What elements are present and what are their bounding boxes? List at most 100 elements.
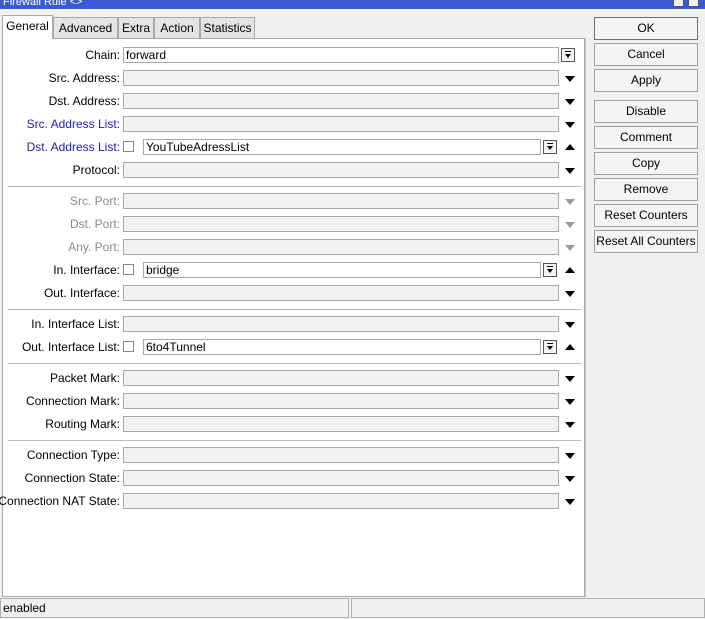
out-interface-list-input[interactable]: 6to4Tunnel	[143, 339, 541, 355]
disable-button[interactable]: Disable	[594, 100, 698, 123]
dst-address-list-dropdown-icon[interactable]	[543, 140, 557, 154]
src-port-expand-icon[interactable]	[565, 199, 575, 205]
reset-counters-button[interactable]: Reset Counters	[594, 204, 698, 227]
connection-state-label: Connection State:	[24, 471, 120, 485]
dst-address-list-label: Dst. Address List:	[26, 140, 120, 154]
packet-mark-label: Packet Mark:	[49, 371, 120, 385]
separator	[8, 186, 581, 187]
panel-divider	[585, 38, 586, 597]
routing-mark-label: Routing Mark:	[45, 417, 120, 431]
comment-button[interactable]: Comment	[594, 126, 698, 149]
connection-state-input[interactable]	[123, 470, 559, 486]
dst-address-list-negate-checkbox[interactable]	[123, 141, 134, 152]
chain-value: forward	[126, 48, 167, 62]
out-interface-list-negate-checkbox[interactable]	[123, 341, 134, 352]
dst-port-label: Dst. Port:	[69, 217, 120, 231]
status-cell-empty	[351, 598, 705, 618]
close-button[interactable]	[688, 0, 699, 7]
connection-state-expand-icon[interactable]	[565, 476, 575, 482]
routing-mark-expand-icon[interactable]	[565, 422, 575, 428]
dst-address-list-row: Dst. Address List: YouTubeAdressList	[3, 138, 586, 156]
in-interface-dropdown-icon[interactable]	[543, 263, 557, 277]
routing-mark-input[interactable]	[123, 416, 559, 432]
protocol-expand-icon[interactable]	[565, 168, 575, 174]
in-interface-list-input[interactable]	[123, 316, 559, 332]
src-address-row: Src. Address:	[3, 69, 586, 87]
dst-address-list-input[interactable]: YouTubeAdressList	[143, 139, 541, 155]
src-address-expand-icon[interactable]	[565, 76, 575, 82]
maximize-button[interactable]	[673, 0, 684, 7]
in-interface-value: bridge	[146, 263, 180, 277]
protocol-input[interactable]	[123, 162, 559, 178]
out-interface-input[interactable]	[123, 285, 559, 301]
chain-dropdown-icon[interactable]	[561, 48, 575, 62]
in-interface-input[interactable]: bridge	[143, 262, 541, 278]
src-address-list-row: Src. Address List:	[3, 115, 586, 133]
cancel-button[interactable]: Cancel	[594, 43, 698, 66]
out-interface-list-value: 6to4Tunnel	[146, 340, 206, 354]
in-interface-negate-checkbox[interactable]	[123, 264, 134, 275]
packet-mark-expand-icon[interactable]	[565, 376, 575, 382]
src-address-list-input[interactable]	[123, 116, 559, 132]
chain-row: Chain: forward	[3, 46, 586, 64]
in-interface-list-expand-icon[interactable]	[565, 322, 575, 328]
remove-button[interactable]: Remove	[594, 178, 698, 201]
src-port-label: Src. Port:	[69, 194, 120, 208]
src-address-list-label: Src. Address List:	[26, 117, 120, 131]
any-port-expand-icon[interactable]	[565, 245, 575, 251]
connection-type-input[interactable]	[123, 447, 559, 463]
connection-state-row: Connection State:	[3, 469, 586, 487]
dst-port-expand-icon[interactable]	[565, 222, 575, 228]
connection-type-expand-icon[interactable]	[565, 453, 575, 459]
connection-nat-state-row: Connection NAT State:	[0, 492, 586, 510]
ok-button[interactable]: OK	[594, 17, 698, 40]
in-interface-collapse-icon[interactable]	[565, 267, 575, 273]
tab-statistics[interactable]: Statistics	[200, 17, 255, 38]
any-port-label: Any. Port:	[68, 240, 120, 254]
dst-address-list-collapse-icon[interactable]	[565, 144, 575, 150]
separator	[8, 363, 581, 364]
reset-all-counters-button[interactable]: Reset All Counters	[594, 230, 698, 253]
any-port-input[interactable]	[123, 239, 559, 255]
dst-address-input[interactable]	[123, 93, 559, 109]
copy-button[interactable]: Copy	[594, 152, 698, 175]
src-address-list-expand-icon[interactable]	[565, 122, 575, 128]
tab-extra[interactable]: Extra	[118, 17, 154, 38]
tab-action[interactable]: Action	[154, 17, 200, 38]
dst-port-row: Dst. Port:	[3, 215, 586, 233]
general-panel: Chain: forward Src. Address: Dst. Addres…	[0, 38, 586, 597]
protocol-label: Protocol:	[72, 163, 120, 177]
chain-label: Chain:	[85, 48, 120, 62]
tab-advanced[interactable]: Advanced	[53, 17, 118, 38]
dst-address-expand-icon[interactable]	[565, 99, 575, 105]
any-port-row: Any. Port:	[3, 238, 586, 256]
tab-general[interactable]: General	[2, 15, 53, 39]
out-interface-list-label: Out. Interface List:	[21, 340, 120, 354]
src-port-input[interactable]	[123, 193, 559, 209]
in-interface-list-label: In. Interface List:	[31, 317, 120, 331]
separator	[8, 440, 581, 441]
chain-input[interactable]: forward	[123, 47, 559, 63]
connection-nat-state-input[interactable]	[123, 493, 559, 509]
out-interface-label: Out. Interface:	[43, 286, 120, 300]
connection-mark-row: Connection Mark:	[3, 392, 586, 410]
connection-mark-expand-icon[interactable]	[565, 399, 575, 405]
out-interface-expand-icon[interactable]	[565, 291, 575, 297]
connection-type-label: Connection Type:	[26, 448, 120, 462]
dst-address-row: Dst. Address:	[3, 92, 586, 110]
status-text: enabled	[0, 598, 349, 618]
src-port-row: Src. Port:	[3, 192, 586, 210]
src-address-input[interactable]	[123, 70, 559, 86]
packet-mark-input[interactable]	[123, 370, 559, 386]
apply-button[interactable]: Apply	[594, 69, 698, 92]
status-bar: enabled	[0, 598, 705, 619]
in-interface-row: In. Interface: bridge	[3, 261, 586, 279]
dst-port-input[interactable]	[123, 216, 559, 232]
out-interface-list-collapse-icon[interactable]	[565, 344, 575, 350]
connection-mark-input[interactable]	[123, 393, 559, 409]
routing-mark-row: Routing Mark:	[3, 415, 586, 433]
title-bar[interactable]: Firewall Rule <>	[0, 0, 705, 9]
out-interface-row: Out. Interface:	[3, 284, 586, 302]
connection-nat-state-expand-icon[interactable]	[565, 499, 575, 505]
out-interface-list-dropdown-icon[interactable]	[543, 340, 557, 354]
